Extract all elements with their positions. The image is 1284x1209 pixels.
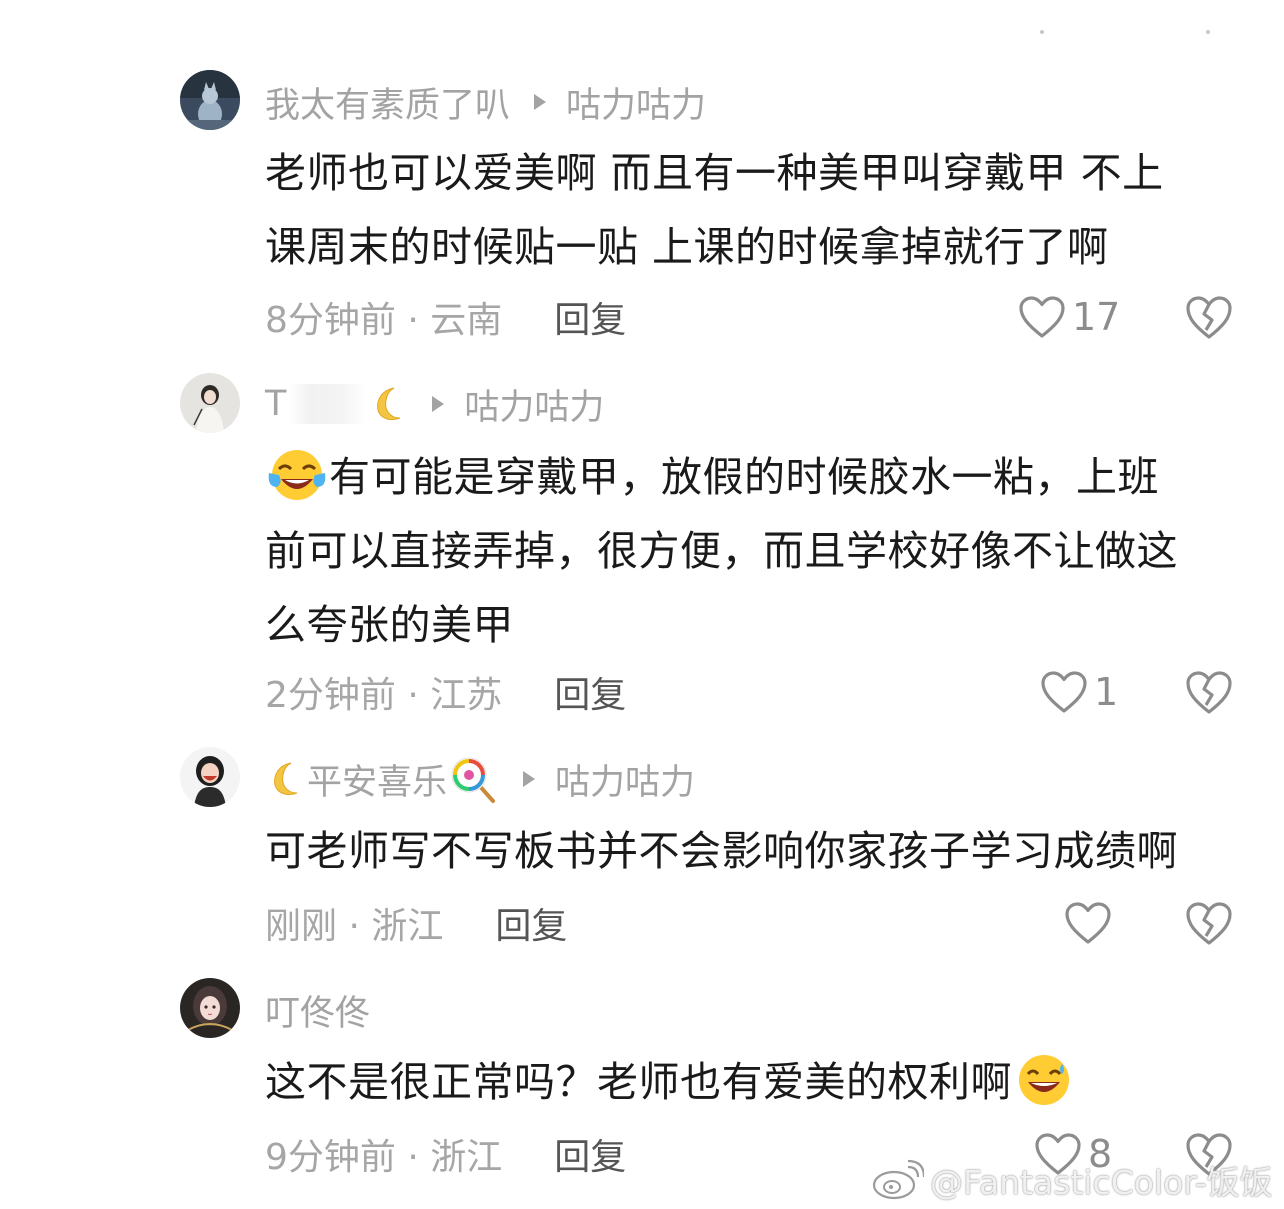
- avatar[interactable]: [180, 978, 240, 1038]
- comment-content: 可老师写不写板书并不会影响你家孩子学习成绩啊: [265, 814, 1245, 888]
- content-line: 老师也可以爱美啊 而且有一种美甲叫穿戴甲 不上: [265, 149, 1164, 197]
- broken-heart-icon: [1186, 296, 1232, 339]
- blurred-username-segment: [288, 384, 367, 424]
- username[interactable]: 叮佟佟: [265, 985, 370, 1036]
- like-count: 17: [1072, 295, 1121, 339]
- watermark: @FantasticColor-饭饭: [870, 1158, 1273, 1202]
- reply-button[interactable]: 回复: [554, 291, 626, 343]
- time-location: 9分钟前 · 浙江: [265, 1137, 503, 1178]
- reply-to-username[interactable]: 咕力咕力: [555, 754, 695, 805]
- watermark-text: @FantasticColor-饭饭: [930, 1163, 1273, 1202]
- username[interactable]: T: [265, 384, 286, 424]
- top-edge-fragment: [1040, 30, 1210, 34]
- like-button[interactable]: 17: [1018, 292, 1120, 342]
- avatar[interactable]: [180, 70, 240, 130]
- username-row: 叮佟佟: [265, 986, 370, 1034]
- dislike-button[interactable]: [1185, 900, 1233, 946]
- heart-outline-icon: [1041, 671, 1087, 713]
- like-button[interactable]: [1064, 898, 1112, 948]
- reply-button[interactable]: 回复: [495, 897, 567, 949]
- reply-arrow-icon: [430, 394, 446, 414]
- dislike-button[interactable]: [1185, 669, 1233, 715]
- heart-outline-icon: [1019, 296, 1065, 338]
- comment-content: 有可能是穿戴甲，放假的时候胶水一粘，上班 前可以直接弄掉，很方便，而且学校好像不…: [265, 440, 1245, 662]
- reply-button[interactable]: 回复: [554, 666, 626, 718]
- avatar[interactable]: [180, 373, 240, 433]
- time-location: 刚刚 · 浙江: [265, 906, 444, 947]
- lollipop-icon: [447, 755, 499, 803]
- reply-to-username[interactable]: 咕力咕力: [464, 379, 604, 430]
- dislike-button[interactable]: [1185, 294, 1233, 340]
- content-line: 有可能是穿戴甲，放假的时候胶水一粘，上班: [265, 440, 1245, 514]
- username-row: 我太有素质了叭 咕力咕力: [265, 78, 706, 126]
- tears-of-joy-emoji: [265, 447, 329, 503]
- broken-heart-icon: [1186, 902, 1232, 945]
- content-line: 么夸张的美甲: [265, 601, 514, 649]
- username-row: T 咕力咕力: [265, 380, 604, 428]
- like-count: 1: [1094, 670, 1119, 714]
- like-button[interactable]: 1: [1040, 667, 1118, 717]
- comment-meta: 9分钟前 · 浙江 回复: [265, 1129, 626, 1179]
- reply-to-username[interactable]: 咕力咕力: [566, 77, 706, 128]
- username[interactable]: 我太有素质了叭: [265, 77, 510, 128]
- comment-content: 老师也可以爱美啊 而且有一种美甲叫穿戴甲 不上 课周末的时候贴一贴 上课的时候拿…: [265, 136, 1245, 284]
- content-line: 可老师写不写板书并不会影响你家孩子学习成绩啊: [265, 827, 1178, 875]
- comment-meta: 2分钟前 · 江苏 回复: [265, 667, 626, 717]
- time-location: 8分钟前 · 云南: [265, 300, 503, 341]
- content-line: 前可以直接弄掉，很方便，而且学校好像不让做这: [265, 527, 1178, 575]
- crescent-moon-icon: [368, 384, 408, 424]
- weibo-logo-icon: [872, 1159, 924, 1200]
- username[interactable]: 平安喜乐: [307, 754, 447, 805]
- content-line: 课周末的时候贴一贴 上课的时候拿掉就行了啊: [265, 223, 1109, 271]
- avatar[interactable]: [180, 747, 240, 807]
- content-line: 这不是很正常吗？老师也有爱美的权利啊: [265, 1045, 1245, 1119]
- comment-meta: 8分钟前 · 云南 回复: [265, 292, 626, 342]
- username-row: 平安喜乐 咕力咕力: [265, 755, 695, 803]
- comment-content: 这不是很正常吗？老师也有爱美的权利啊: [265, 1045, 1245, 1119]
- reply-arrow-icon: [521, 769, 537, 789]
- reply-arrow-icon: [532, 92, 548, 112]
- reply-button[interactable]: 回复: [554, 1128, 626, 1180]
- grinning-squint-emoji: [1012, 1052, 1076, 1108]
- time-location: 2分钟前 · 江苏: [265, 675, 503, 716]
- broken-heart-icon: [1186, 671, 1232, 714]
- crescent-moon-icon: [265, 759, 305, 799]
- comment-meta: 刚刚 · 浙江 回复: [265, 898, 567, 948]
- heart-outline-icon: [1065, 902, 1111, 944]
